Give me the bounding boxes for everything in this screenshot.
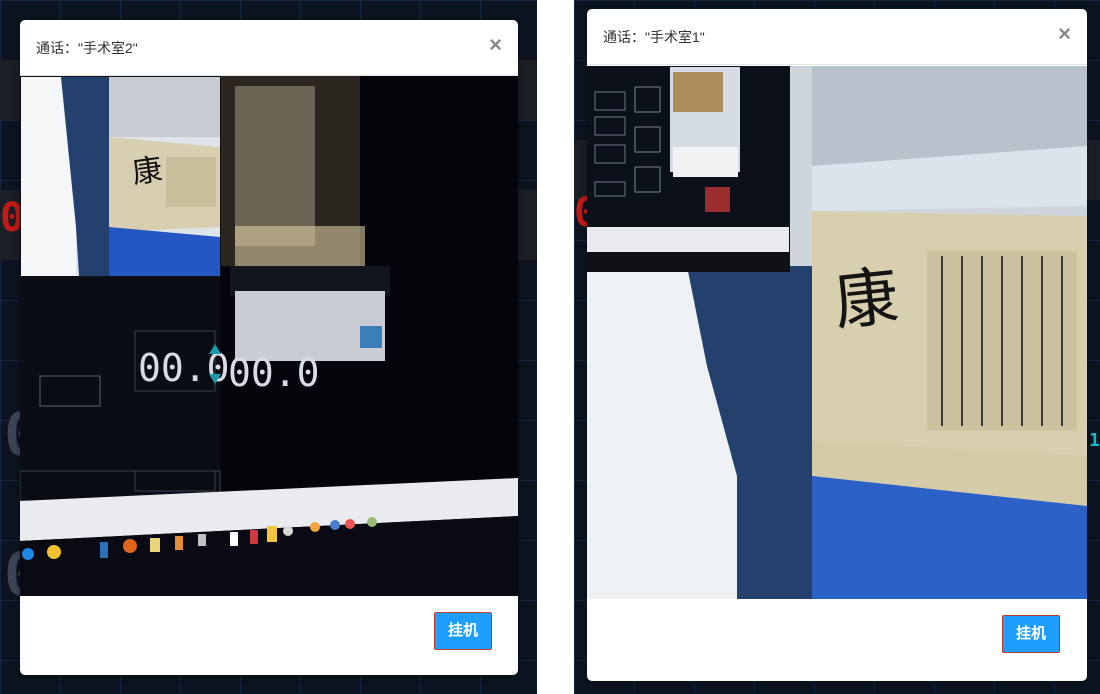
hangup-button[interactable]: 挂机 (434, 612, 492, 650)
local-video-image: 康 (21, 77, 220, 276)
local-video-image (587, 67, 789, 271)
feed-readout: 00.0 (228, 351, 320, 395)
local-video-preview: 康 (20, 76, 221, 277)
dialog-header: 通话："手术室1" × (587, 9, 1087, 65)
call-dialog-room-1: 通话："手术室1" × 康 挂机 (587, 9, 1087, 681)
close-icon[interactable]: × (489, 34, 502, 56)
hangup-button[interactable]: 挂机 (1002, 615, 1060, 653)
dialog-header: 通话："手术室2" × (20, 20, 518, 76)
remote-video-feed: 康 (587, 66, 1087, 599)
remote-video-feed: 00.0 00.0 康 (20, 76, 518, 596)
feed-book-text: 康 (130, 152, 165, 191)
local-video-preview (587, 66, 790, 272)
background-digit: 1 (1089, 430, 1100, 451)
feed-book-text: 康 (831, 260, 902, 340)
close-icon[interactable]: × (1058, 23, 1071, 45)
dialog-title: 通话："手术室2" (36, 40, 138, 56)
call-dialog-room-2: 通话："手术室2" × 00.0 00.0 康 挂机 (20, 20, 518, 675)
dialog-title: 通话："手术室1" (603, 29, 705, 45)
